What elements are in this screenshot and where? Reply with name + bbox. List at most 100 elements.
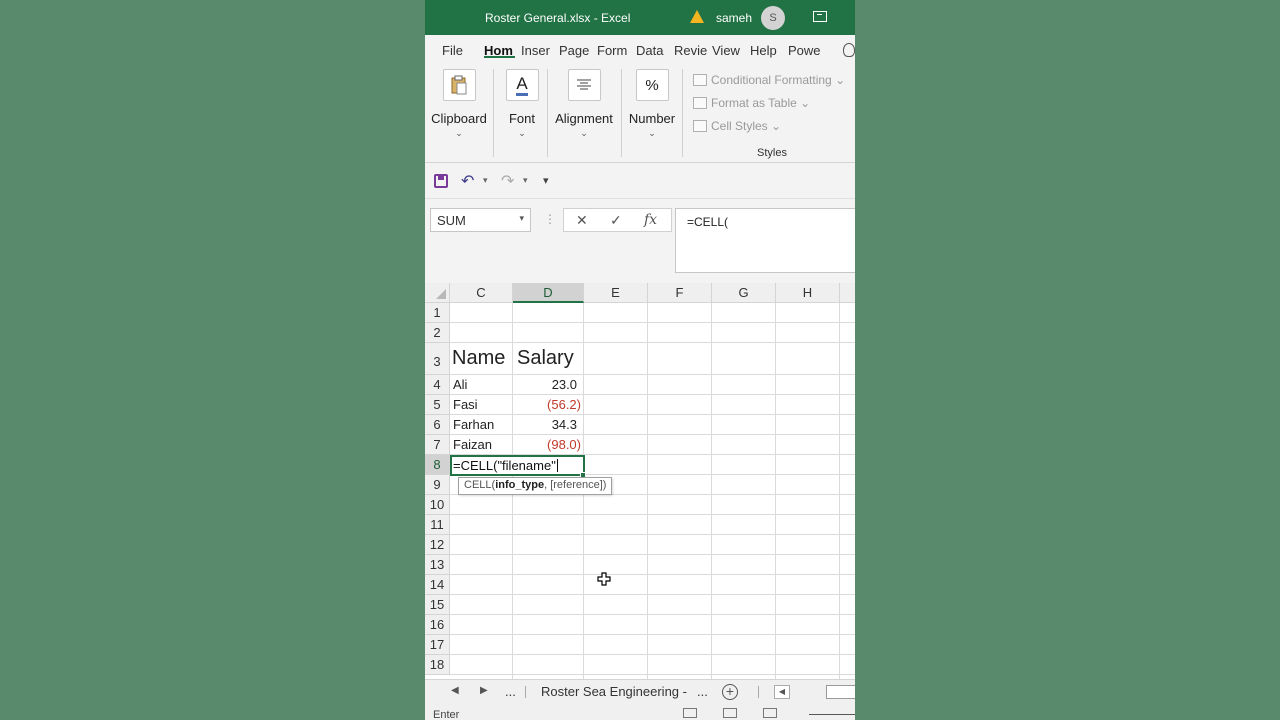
gridline: [450, 434, 855, 435]
clipboard-group[interactable]: Clipboard ⌄: [431, 69, 487, 139]
column-header-f[interactable]: F: [648, 283, 712, 303]
normal-view-icon[interactable]: [683, 708, 697, 718]
salary-cell[interactable]: 23.0: [513, 377, 577, 392]
alignment-group[interactable]: Alignment ⌄: [553, 69, 615, 139]
conditional-formatting-button[interactable]: Conditional Formatting ⌄: [693, 73, 845, 87]
chevron-down-icon: ⌄: [648, 128, 656, 138]
salary-cell[interactable]: (98.0): [513, 437, 581, 452]
cancel-icon[interactable]: ✕: [576, 212, 588, 229]
row-header-10[interactable]: 10: [425, 495, 450, 515]
active-cell-editor[interactable]: =CELL("filename": [450, 455, 585, 476]
salary-cell[interactable]: (56.2): [513, 397, 581, 412]
font-label: Font: [508, 111, 535, 126]
tab-data[interactable]: Data: [636, 43, 666, 58]
zoom-slider[interactable]: [809, 714, 855, 715]
header-name-cell[interactable]: Name: [452, 347, 505, 370]
gridline: [450, 374, 855, 375]
gridline: [839, 303, 840, 679]
insert-function-icon[interactable]: fx: [644, 212, 657, 228]
redo-dropdown-icon[interactable]: ▾: [523, 175, 528, 186]
save-icon[interactable]: [434, 174, 448, 188]
text-caret: [556, 459, 558, 472]
gridline: [450, 514, 855, 515]
tab-power-pivot[interactable]: Powe: [788, 43, 821, 58]
add-sheet-icon[interactable]: +: [722, 684, 738, 700]
font-group[interactable]: A Font ⌄: [503, 69, 541, 139]
more-sheets-right[interactable]: ...: [697, 684, 708, 699]
ribbon-display-options-icon[interactable]: [813, 11, 827, 22]
warning-icon[interactable]: [690, 10, 704, 23]
more-sheets-left[interactable]: ...: [505, 684, 516, 699]
row-header-17[interactable]: 17: [425, 635, 450, 655]
salary-cell[interactable]: 34.3: [513, 417, 577, 432]
chevron-down-icon: ⌄: [580, 128, 588, 138]
row-header-8[interactable]: 8: [425, 455, 450, 475]
page-layout-view-icon[interactable]: [723, 708, 737, 718]
header-salary-cell[interactable]: Salary: [517, 347, 574, 370]
avatar[interactable]: S: [761, 6, 785, 30]
column-header-e[interactable]: E: [584, 283, 648, 303]
scroll-sheets-right-icon[interactable]: ▶: [480, 685, 488, 696]
row-header-6[interactable]: 6: [425, 415, 450, 435]
name-cell[interactable]: Faizan: [453, 437, 492, 452]
sheet-tab-active[interactable]: Roster Sea Engineering -: [541, 684, 687, 699]
name-cell[interactable]: Farhan: [453, 417, 494, 432]
row-header-15[interactable]: 15: [425, 595, 450, 615]
row-header-9[interactable]: 9: [425, 475, 450, 495]
lightbulb-icon[interactable]: [843, 43, 855, 57]
tab-file[interactable]: File: [442, 43, 466, 58]
horizontal-scroll-left-icon[interactable]: ◀: [774, 685, 790, 699]
name-box[interactable]: SUM ▾: [430, 208, 531, 232]
group-divider: [547, 69, 548, 157]
row-header-14[interactable]: 14: [425, 575, 450, 595]
function-argument-tooltip[interactable]: CELL(info_type, [reference]): [458, 477, 613, 495]
tab-review[interactable]: Revie: [674, 43, 707, 58]
number-group[interactable]: % Number ⌄: [627, 69, 677, 139]
formula-bar-grip: ⋮: [544, 212, 557, 226]
undo-dropdown-icon[interactable]: ▾: [483, 175, 488, 186]
column-header-h[interactable]: H: [776, 283, 840, 303]
row-header-7[interactable]: 7: [425, 435, 450, 455]
name-cell[interactable]: Fasi: [453, 397, 478, 412]
redo-icon[interactable]: ↷: [501, 171, 514, 191]
tab-page-layout[interactable]: Page: [559, 43, 591, 58]
row-header-11[interactable]: 11: [425, 515, 450, 535]
customize-toolbar-icon[interactable]: ▾: [543, 174, 549, 187]
worksheet-grid[interactable]: C D E F G H 1 2 3 4 5 6 7 8 9 10 11 12 1…: [425, 283, 855, 679]
select-all-corner[interactable]: [425, 283, 450, 303]
row-header-16[interactable]: 16: [425, 615, 450, 635]
align-center-icon: [567, 69, 601, 101]
row-header-2[interactable]: 2: [425, 323, 450, 343]
user-name[interactable]: sameh: [716, 11, 752, 25]
enter-check-icon[interactable]: ✓: [610, 212, 622, 229]
row-header-1[interactable]: 1: [425, 303, 450, 323]
row-header-13[interactable]: 13: [425, 555, 450, 575]
column-header-i[interactable]: [840, 283, 855, 303]
clipboard-icon: [442, 69, 476, 101]
gridline: [450, 574, 855, 575]
tab-view[interactable]: View: [712, 43, 744, 58]
column-header-c[interactable]: C: [450, 283, 513, 303]
format-as-table-button[interactable]: Format as Table ⌄: [693, 96, 810, 110]
page-break-view-icon[interactable]: [763, 708, 777, 718]
row-header-5[interactable]: 5: [425, 395, 450, 415]
gridline: [450, 414, 855, 415]
cell-styles-button[interactable]: Cell Styles ⌄: [693, 119, 781, 133]
row-header-4[interactable]: 4: [425, 375, 450, 395]
name-cell[interactable]: Ali: [453, 377, 467, 392]
formula-input[interactable]: =CELL(: [675, 208, 855, 273]
horizontal-scrollbar[interactable]: [826, 685, 855, 699]
row-header-12[interactable]: 12: [425, 535, 450, 555]
row-header-18[interactable]: 18: [425, 655, 450, 675]
tab-help[interactable]: Help: [750, 43, 780, 58]
scroll-sheets-left-icon[interactable]: ◀: [451, 685, 459, 696]
column-header-d[interactable]: D: [513, 283, 584, 303]
row-header-3[interactable]: 3: [425, 343, 450, 375]
tab-home[interactable]: Hom: [484, 43, 515, 58]
chevron-down-icon: ▾: [519, 213, 524, 223]
tab-formulas[interactable]: Form: [597, 43, 629, 58]
column-header-g[interactable]: G: [712, 283, 776, 303]
tab-insert[interactable]: Inser: [521, 43, 553, 58]
undo-icon[interactable]: ↶: [461, 171, 474, 191]
gridline: [450, 554, 855, 555]
